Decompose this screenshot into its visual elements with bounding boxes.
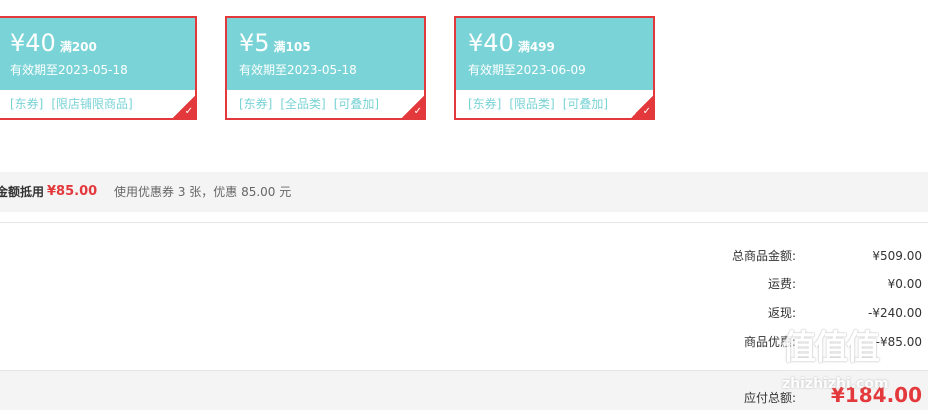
- coupon-amount: ¥40 满499: [468, 28, 555, 62]
- coupon-tag: [东券]: [468, 97, 502, 111]
- totals-value: ¥0.00: [887, 277, 922, 291]
- coupon-expiry: 有效期至2023-05-18: [239, 63, 357, 77]
- coupon-tags: [东券] [全品类] [可叠加]: [239, 96, 387, 112]
- coupon-tag: [可叠加]: [333, 97, 380, 111]
- coupon-tag: [东券]: [239, 97, 273, 111]
- coupon-card[interactable]: ¥40 满200 有效期至2023-05-18 [东券] [限店铺限商品] ✓: [0, 16, 197, 120]
- watermark-logo: 值值值: [782, 328, 880, 368]
- coupon-condition: 满200: [59, 40, 97, 54]
- summary-label: 金额抵用: [0, 185, 45, 199]
- coupon-value: ¥5: [239, 29, 270, 57]
- totals-row-goods: 总商品金额: ¥509.00: [628, 246, 928, 266]
- coupon-value: ¥40: [468, 29, 514, 57]
- coupon-card[interactable]: ¥40 满499 有效期至2023-06-09 [东券] [限品类] [可叠加] ✓: [454, 16, 655, 120]
- coupon-tags: [东券] [限店铺限商品]: [10, 96, 141, 112]
- site-watermark: 值值值 zhizhizhi.com: [782, 320, 892, 410]
- totals-label: 总商品金额:: [731, 249, 796, 263]
- coupon-condition: 满499: [517, 40, 555, 54]
- selected-check-icon: ✓: [631, 96, 653, 118]
- coupon-tag: [限品类]: [509, 97, 555, 111]
- watermark-site: zhizhizhi.com: [782, 376, 889, 392]
- coupon-tag: [可叠加]: [562, 97, 609, 111]
- coupon-expiry: 有效期至2023-05-18: [10, 63, 128, 77]
- coupon-amount: ¥40 满200: [10, 28, 97, 62]
- coupon-value: ¥40: [10, 29, 56, 57]
- totals-value: ¥509.00: [872, 249, 922, 263]
- summary-amount: ¥85.00: [47, 184, 98, 199]
- coupon-header: ¥40 满499 有效期至2023-06-09: [456, 18, 653, 90]
- totals-label: 运费:: [767, 277, 796, 291]
- coupon-summary-bar: 金额抵用 ¥85.00 使用优惠券 3 张，优惠 85.00 元: [0, 172, 928, 212]
- coupon-condition: 满105: [273, 40, 311, 54]
- selected-check-icon: ✓: [402, 96, 424, 118]
- coupon-tag: [限店铺限商品]: [51, 97, 133, 111]
- coupon-card[interactable]: ¥5 满105 有效期至2023-05-18 [东券] [全品类] [可叠加] ✓: [225, 16, 426, 120]
- summary-description: 使用优惠券 3 张，优惠 85.00 元: [114, 185, 292, 199]
- coupon-amount: ¥5 满105: [239, 28, 311, 62]
- coupon-header: ¥40 满200 有效期至2023-05-18: [0, 18, 195, 90]
- coupon-tags: [东券] [限品类] [可叠加]: [468, 96, 616, 112]
- coupon-tag: [东券]: [10, 97, 44, 111]
- coupon-header: ¥5 满105 有效期至2023-05-18: [227, 18, 424, 90]
- coupon-tag: [全品类]: [280, 97, 326, 111]
- section-divider: [0, 222, 928, 223]
- totals-row-shipping: 运费: ¥0.00: [628, 274, 928, 294]
- selected-check-icon: ✓: [173, 96, 195, 118]
- coupon-expiry: 有效期至2023-06-09: [468, 63, 586, 77]
